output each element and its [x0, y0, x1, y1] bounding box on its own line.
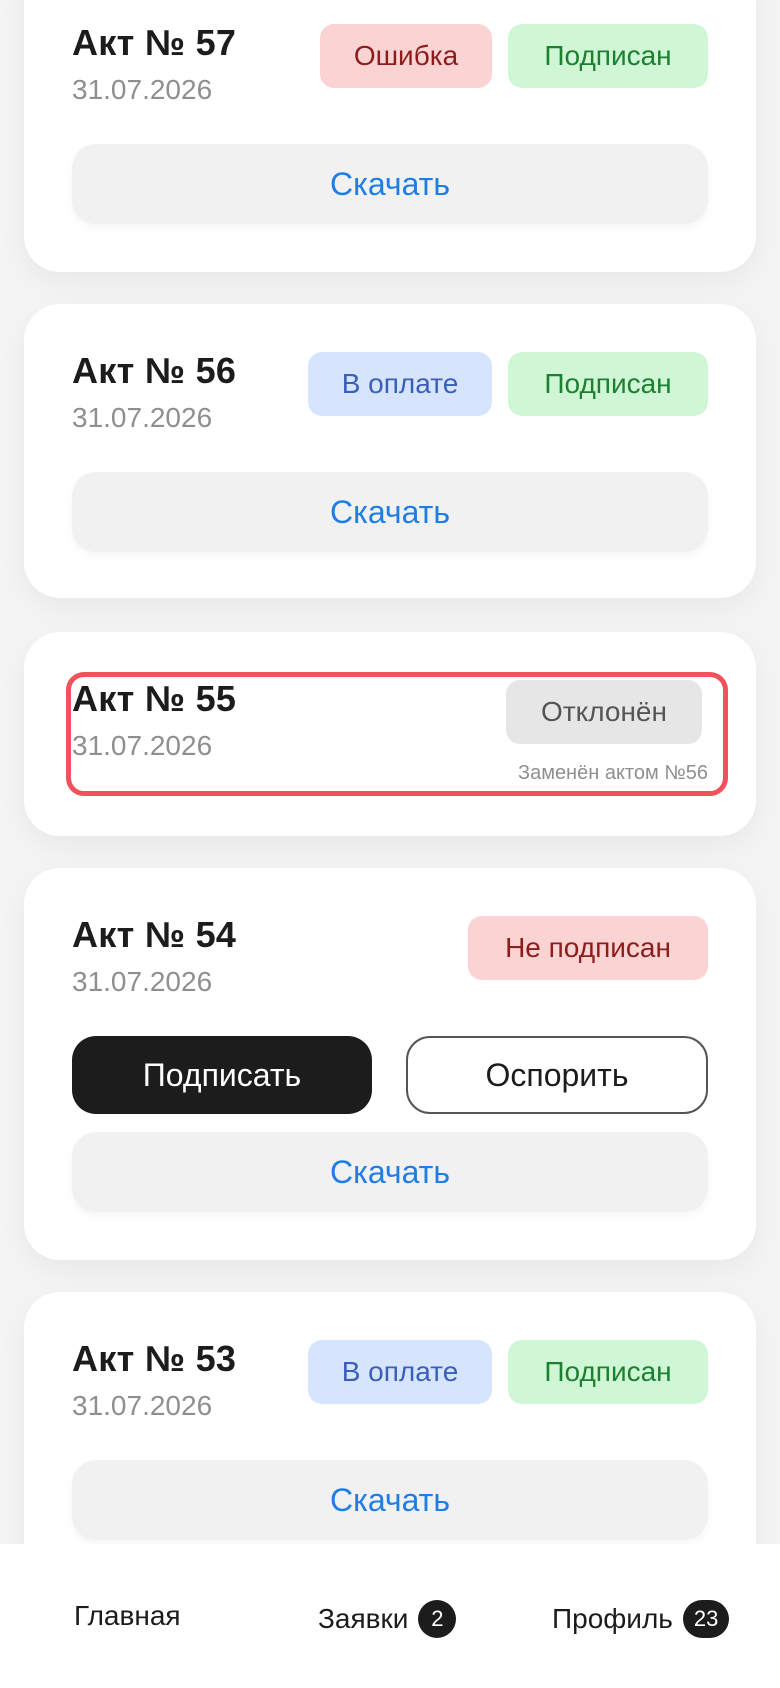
bottom-nav: Главная Заявки 2 Профиль 23 — [0, 1544, 780, 1688]
nav-profile[interactable]: Профиль 23 — [552, 1600, 730, 1638]
status-badge-signed: Подписан — [508, 1340, 708, 1404]
nav-requests-label: Заявки — [318, 1603, 409, 1634]
act-card-56: Акт № 56 31.07.2026 В оплате Подписан Ск… — [24, 304, 756, 598]
act-title: Акт № 53 — [72, 1338, 237, 1379]
act-title: Акт № 54 — [72, 914, 237, 955]
act-card-54: Акт № 54 31.07.2026 Не подписан Подписат… — [24, 868, 756, 1260]
download-button[interactable]: Скачать — [72, 1132, 708, 1212]
status-badge-payment: В оплате — [308, 1340, 492, 1404]
status-badge-unsigned: Не подписан — [468, 916, 708, 980]
act-title: Акт № 55 — [72, 678, 237, 719]
status-badge-error: Ошибка — [320, 24, 492, 88]
act-title: Акт № 57 — [72, 22, 237, 63]
download-button[interactable]: Скачать — [72, 1460, 708, 1540]
profile-count-badge: 23 — [682, 1600, 730, 1638]
nav-home[interactable]: Главная — [74, 1600, 181, 1632]
status-badge-payment: В оплате — [308, 352, 492, 416]
nav-home-label: Главная — [74, 1600, 181, 1631]
sign-button[interactable]: Подписать — [72, 1036, 372, 1114]
act-date: 31.07.2026 — [72, 730, 213, 761]
act-title: Акт № 56 — [72, 350, 237, 391]
status-badge-signed: Подписан — [508, 24, 708, 88]
act-card-57: Акт № 57 31.07.2026 Ошибка Подписан Скач… — [24, 0, 756, 272]
status-badge-rejected: Отклонён — [506, 680, 702, 744]
act-date: 31.07.2026 — [72, 74, 213, 105]
download-button[interactable]: Скачать — [72, 472, 708, 552]
replaced-note: Заменён актом №56 — [517, 762, 708, 784]
download-button[interactable]: Скачать — [72, 144, 708, 224]
requests-count-badge: 2 — [418, 1600, 457, 1638]
act-card-55: Акт № 55 31.07.2026 Отклонён Заменён акт… — [24, 632, 756, 836]
act-date: 31.07.2026 — [72, 1390, 213, 1421]
dispute-button[interactable]: Оспорить — [406, 1036, 708, 1114]
status-badge-signed: Подписан — [508, 352, 708, 416]
act-date: 31.07.2026 — [72, 966, 213, 997]
nav-profile-label: Профиль — [552, 1603, 673, 1634]
act-date: 31.07.2026 — [72, 402, 213, 433]
nav-requests[interactable]: Заявки 2 — [318, 1600, 457, 1638]
